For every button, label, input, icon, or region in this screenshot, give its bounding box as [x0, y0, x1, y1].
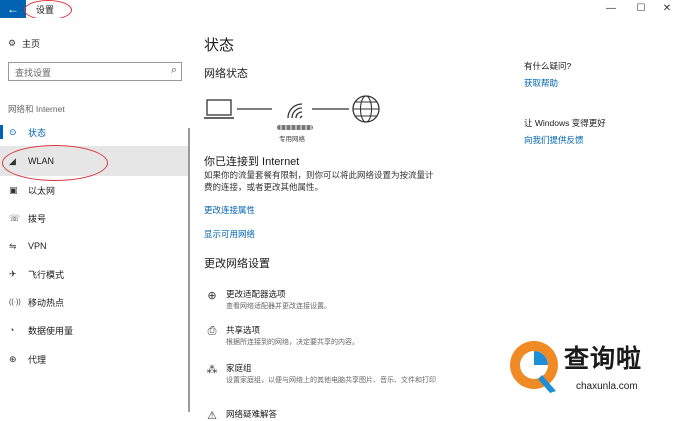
watermark-logo-icon: [510, 341, 558, 393]
sidebar-scrollbar[interactable]: [188, 128, 190, 412]
option-title: 网络疑难解答: [226, 409, 278, 419]
title-bar: ← 设置 — ☐ ✕: [0, 0, 682, 20]
connected-description: 如果你的流量套餐有限制，则你可以将此网络设置为按流量计费的连接，或者更改其他属性…: [204, 170, 434, 192]
gear-icon: ⚙: [8, 37, 17, 48]
option-sharing[interactable]: ⎙ 共享选项 根据所连接到的网络，决定要共享的内容。: [204, 324, 494, 354]
sidebar-home[interactable]: ⚙ 主页: [8, 37, 40, 49]
sidebar: ⚙ 主页 查找设置 ⌕ 网络和 Internet ⊙ 状态 ◢ WLAN ▣ 以…: [0, 18, 188, 421]
sidebar-item-status[interactable]: ⊙ 状态: [0, 119, 188, 145]
maximize-icon: ☐: [636, 3, 646, 14]
globe-icon: ⊕: [9, 353, 17, 364]
sidebar-item-hotspot[interactable]: ((·)) 移动热点: [0, 289, 188, 315]
option-title: 家庭组: [226, 363, 252, 373]
watermark-url: chaxunla.com: [576, 381, 638, 392]
sidebar-item-proxy[interactable]: ⊕ 代理: [0, 346, 188, 372]
close-icon: ✕: [662, 3, 672, 14]
sidebar-item-label: 数据使用量: [28, 325, 74, 336]
change-connection-properties-link[interactable]: 更改连接属性: [204, 204, 255, 216]
sidebar-item-data-usage[interactable]: ◔ 数据使用量: [0, 317, 188, 343]
option-title: 共享选项: [226, 325, 261, 335]
sidebar-item-label: 拨号: [28, 213, 47, 224]
right-panel: 有什么疑问? 获取帮助 让 Windows 变得更好 向我们提供反馈: [524, 18, 674, 218]
make-windows-better-title: 让 Windows 变得更好: [524, 118, 606, 128]
warning-icon: ⚠: [207, 410, 217, 421]
dialup-icon: ☏: [9, 212, 21, 223]
ethernet-icon: ▣: [9, 184, 18, 195]
sidebar-item-ethernet[interactable]: ▣ 以太网: [0, 177, 188, 203]
sidebar-section-title: 网络和 Internet: [8, 104, 65, 114]
sharing-icon: ⎙: [207, 325, 217, 337]
minimize-icon: —: [606, 3, 616, 14]
sidebar-item-airplane[interactable]: ✈ 飞行模式: [0, 261, 188, 287]
sidebar-home-label: 主页: [22, 38, 41, 49]
sidebar-item-label: 飞行模式: [28, 269, 65, 280]
vpn-icon: ⇋: [9, 240, 17, 251]
connected-title: 你已连接到 Internet: [204, 156, 300, 168]
show-available-networks-link[interactable]: 显示可用网络: [204, 228, 255, 240]
hotspot-icon: ((·)): [9, 298, 21, 306]
feedback-link[interactable]: 向我们提供反馈: [524, 134, 584, 146]
active-indicator: [0, 125, 3, 139]
sidebar-item-label: 代理: [28, 354, 47, 365]
annotation-circle-wlan: [2, 145, 108, 181]
help-question: 有什么疑问?: [524, 61, 572, 71]
search-input[interactable]: 查找设置 ⌕: [8, 62, 182, 81]
home-network-icon: ⊙: [9, 126, 17, 137]
annotation-circle-title: [24, 0, 72, 20]
search-icon: ⌕: [170, 64, 177, 76]
main-content: 状态 网络状态 专用网络 你已连接到 Internet 如果你的流量套餐有限制，…: [204, 18, 504, 421]
data-usage-icon: ◔: [9, 325, 15, 335]
option-desc: 查看网络适配器并更改连接设置。: [226, 303, 331, 310]
back-button[interactable]: ←: [0, 0, 26, 18]
change-network-settings-heading: 更改网络设置: [204, 258, 270, 270]
page-title: 状态: [204, 37, 235, 54]
option-title: 更改适配器选项: [226, 289, 286, 299]
minimize-button[interactable]: —: [596, 0, 626, 18]
network-diagram: 专用网络: [204, 94, 394, 154]
option-homegroup[interactable]: ⁂ 家庭组 设置家庭组，以便与网络上的其他电脑共享图片、音乐、文件和打印: [204, 362, 494, 392]
sidebar-item-label: 以太网: [28, 185, 56, 196]
watermark-text: 查询啦: [564, 345, 643, 373]
sidebar-item-dialup[interactable]: ☏ 拨号: [0, 205, 188, 231]
sidebar-item-label: 移动热点: [28, 297, 65, 308]
watermark: 查询啦 chaxunla.com: [506, 337, 676, 403]
wifi-signal-icon: [287, 103, 303, 119]
network-type-caption: 专用网络: [279, 136, 305, 143]
globe-icon: [352, 95, 380, 123]
homegroup-icon: ⁂: [206, 364, 218, 376]
sidebar-item-label: VPN: [28, 241, 47, 251]
option-desc: 根据所连接到的网络，决定要共享的内容。: [226, 339, 359, 346]
option-desc: 设置家庭组，以便与网络上的其他电脑共享图片、音乐、文件和打印: [226, 377, 436, 384]
option-troubleshoot[interactable]: ⚠ 网络疑难解答: [204, 408, 494, 421]
search-placeholder: 查找设置: [15, 68, 52, 78]
laptop-icon: [204, 99, 234, 119]
option-adapter[interactable]: ⊕ 更改适配器选项 查看网络适配器并更改连接设置。: [204, 288, 494, 318]
network-status-heading: 网络状态: [204, 68, 248, 80]
blurred-network-name: [277, 125, 313, 130]
airplane-icon: ✈: [9, 268, 17, 279]
sidebar-item-vpn[interactable]: ⇋ VPN: [0, 233, 188, 259]
get-help-link[interactable]: 获取帮助: [524, 77, 558, 89]
back-arrow-icon: ←: [7, 2, 19, 16]
sidebar-item-label: 状态: [28, 127, 47, 138]
adapter-icon: ⊕: [207, 290, 217, 302]
close-button[interactable]: ✕: [652, 0, 682, 18]
